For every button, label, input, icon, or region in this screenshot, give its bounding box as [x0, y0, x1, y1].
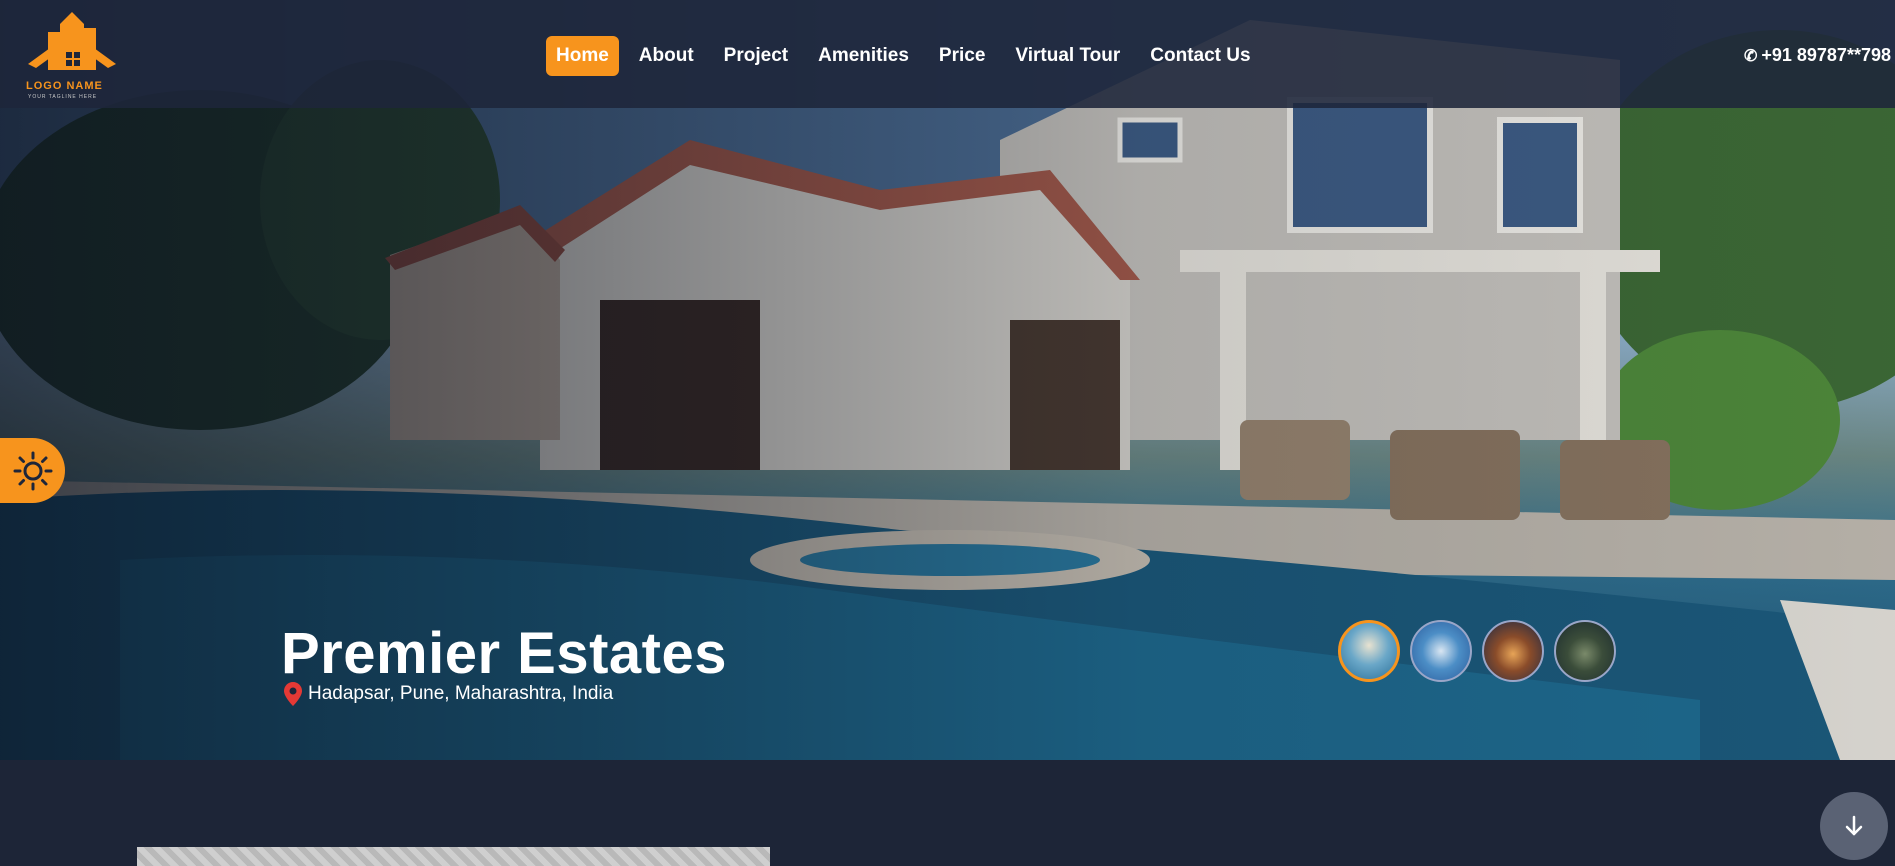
arrow-down-icon: [1845, 815, 1863, 836]
phone-number: +91 89787**798: [1761, 45, 1891, 65]
logo-tagline: YOUR TAGLINE HERE: [28, 94, 98, 100]
site-header: LOGO NAME YOUR TAGLINE HERE Home About P…: [0, 0, 1895, 108]
scroll-down-button[interactable]: [1820, 792, 1888, 860]
theme-toggle-button[interactable]: [0, 438, 65, 503]
map-pin-icon: [284, 682, 302, 706]
nav-contact-us[interactable]: Contact Us: [1140, 36, 1260, 76]
hero-title: Premier Estates: [281, 621, 727, 686]
logo[interactable]: LOGO NAME YOUR TAGLINE HERE: [22, 10, 122, 100]
nav-project[interactable]: Project: [714, 36, 798, 76]
nav-amenities[interactable]: Amenities: [808, 36, 919, 76]
page: LOGO NAME YOUR TAGLINE HERE Home About P…: [0, 0, 1895, 866]
phone-icon: ✆: [1743, 48, 1758, 65]
logo-buildings-icon: [28, 12, 116, 70]
nav-home[interactable]: Home: [546, 36, 619, 76]
section-image-preview: [137, 847, 770, 866]
pool-house-thumbnail[interactable]: [1338, 620, 1400, 682]
nav-about[interactable]: About: [629, 36, 704, 76]
garden-villa-thumbnail[interactable]: [1554, 620, 1616, 682]
sun-icon: [13, 451, 52, 490]
nav-price[interactable]: Price: [929, 36, 995, 76]
hero-thumbnails: [1338, 620, 1616, 682]
hero-location: Hadapsar, Pune, Maharashtra, India: [284, 682, 613, 706]
phone-link[interactable]: ✆ +91 89787**798: [1744, 45, 1891, 66]
location-text: Hadapsar, Pune, Maharashtra, India: [308, 683, 614, 704]
nav-virtual-tour[interactable]: Virtual Tour: [1005, 36, 1130, 76]
main-nav: Home About Project Amenities Price Virtu…: [546, 36, 1271, 76]
villa-night-thumbnail[interactable]: [1482, 620, 1544, 682]
pool-deck-thumbnail[interactable]: [1410, 620, 1472, 682]
logo-text: LOGO NAME: [26, 80, 103, 92]
